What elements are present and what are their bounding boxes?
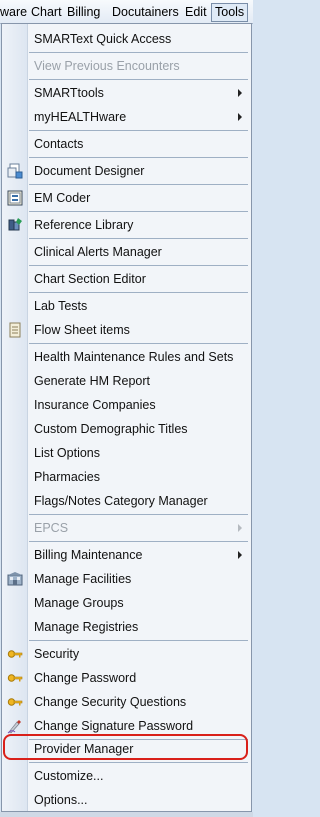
menu-separator xyxy=(29,130,248,131)
menu-item-chart-section-editor[interactable]: Chart Section Editor xyxy=(29,267,250,291)
menu-separator xyxy=(29,79,248,80)
menu-item-reference-library[interactable]: Reference Library xyxy=(29,213,250,237)
submenu-arrow-icon xyxy=(238,89,242,97)
signature-pen-icon xyxy=(7,720,21,734)
menu-item-security[interactable]: Security xyxy=(29,642,250,666)
menu-item-label: Billing Maintenance xyxy=(34,548,143,562)
menu-item-manage-facilities[interactable]: Manage Facilities xyxy=(29,567,250,591)
key-icon xyxy=(7,698,23,706)
flow-sheet-icon xyxy=(9,322,21,338)
menu-item-insurance-companies[interactable]: Insurance Companies xyxy=(29,393,250,417)
menu-item-smartext-quick-access[interactable]: SMARText Quick Access xyxy=(29,27,250,51)
menu-chart[interactable]: Chart xyxy=(31,0,62,24)
menu-item-clinical-alerts-manager[interactable]: Clinical Alerts Manager xyxy=(29,240,250,264)
menu-docutainers[interactable]: Docutainers xyxy=(112,0,179,24)
menu-ware[interactable]: ware xyxy=(0,0,27,24)
menu-item-flow-sheet-items[interactable]: Flow Sheet items xyxy=(29,318,250,342)
menu-separator xyxy=(29,292,248,293)
menu-separator xyxy=(29,52,248,53)
reference-library-icon xyxy=(8,218,22,231)
submenu-arrow-icon xyxy=(238,524,242,532)
menu-item-manage-groups[interactable]: Manage Groups xyxy=(29,591,250,615)
menu-edit[interactable]: Edit xyxy=(185,0,207,24)
menu-item-custom-demographic-titles[interactable]: Custom Demographic Titles xyxy=(29,417,250,441)
key-icon xyxy=(7,650,23,658)
menu-item-myhealthware[interactable]: myHEALTHware xyxy=(29,105,250,129)
menu-item-label: myHEALTHware xyxy=(34,110,127,124)
menu-item-manage-registries[interactable]: Manage Registries xyxy=(29,615,250,639)
menu-item-generate-hm-report[interactable]: Generate HM Report xyxy=(29,369,250,393)
menu-item-contacts[interactable]: Contacts xyxy=(29,132,250,156)
tools-dropdown-menu: SMARText Quick Access View Previous Enco… xyxy=(1,23,252,812)
menu-item-em-coder[interactable]: EM Coder xyxy=(29,186,250,210)
menu-item-billing-maintenance[interactable]: Billing Maintenance xyxy=(29,543,250,567)
menu-separator xyxy=(29,211,248,212)
menu-item-change-password[interactable]: Change Password xyxy=(29,666,250,690)
menu-item-flags-notes-category-manager[interactable]: Flags/Notes Category Manager xyxy=(29,489,250,513)
menu-separator xyxy=(29,265,248,266)
em-coder-icon xyxy=(7,190,23,206)
menu-item-smarttools[interactable]: SMARTtools xyxy=(29,81,250,105)
menu-billing[interactable]: Billing xyxy=(67,0,100,24)
menu-separator xyxy=(29,238,248,239)
menu-item-health-maintenance-rules[interactable]: Health Maintenance Rules and Sets xyxy=(29,345,250,369)
menu-icon-column xyxy=(2,24,28,811)
manage-facilities-icon xyxy=(7,572,23,586)
menu-item-label: EPCS xyxy=(34,521,69,535)
menu-separator xyxy=(29,184,248,185)
menu-item-label: SMARTtools xyxy=(34,86,104,100)
menu-separator xyxy=(29,640,248,641)
menu-item-document-designer[interactable]: Document Designer xyxy=(29,159,250,183)
menu-item-pharmacies[interactable]: Pharmacies xyxy=(29,465,250,489)
key-icon xyxy=(7,674,23,682)
menu-item-list-options[interactable]: List Options xyxy=(29,441,250,465)
menu-bar: ware Chart Billing Docutainers Edit Tool… xyxy=(0,0,253,24)
document-designer-icon xyxy=(7,163,23,179)
menu-separator xyxy=(29,157,248,158)
menu-tools[interactable]: Tools xyxy=(211,3,249,22)
menu-separator xyxy=(29,343,248,344)
menu-item-lab-tests[interactable]: Lab Tests xyxy=(29,294,250,318)
submenu-arrow-icon xyxy=(238,113,242,121)
menu-item-change-security-questions[interactable]: Change Security Questions xyxy=(29,690,250,714)
menu-item-epcs: EPCS xyxy=(29,516,250,540)
background-strip xyxy=(0,812,253,817)
menu-item-customize[interactable]: Customize... xyxy=(29,764,250,788)
menu-separator xyxy=(29,541,248,542)
submenu-arrow-icon xyxy=(238,551,242,559)
menu-item-options[interactable]: Options... xyxy=(29,788,250,811)
menu-separator xyxy=(29,762,248,763)
menu-separator xyxy=(29,514,248,515)
menu-item-view-previous-encounters: View Previous Encounters xyxy=(34,59,180,73)
provider-manager-highlight xyxy=(3,734,248,760)
